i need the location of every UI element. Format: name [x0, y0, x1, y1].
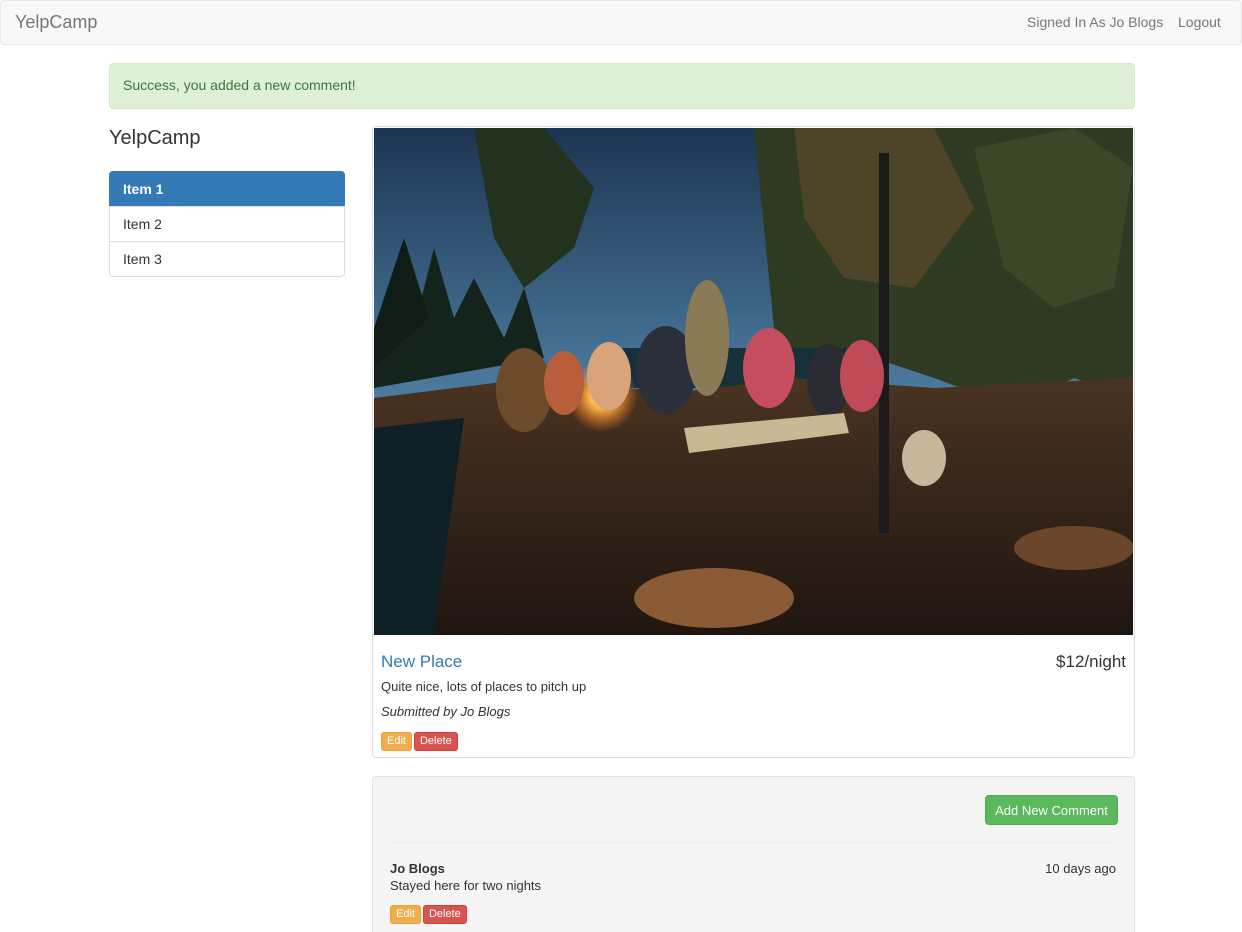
campground-submitted-by: Submitted by Jo Blogs: [381, 704, 511, 719]
comment-actions: Edit Delete: [390, 904, 467, 924]
sidebar-title: YelpCamp: [109, 127, 201, 149]
sidebar-item-1[interactable]: Item 1: [109, 171, 345, 207]
campground-price: $12/night: [1056, 652, 1126, 671]
campground-card: New Place $12/night Quite nice, lots of …: [372, 126, 1135, 758]
comments-panel: Add New Comment Jo Blogs 10 days ago Sta…: [372, 776, 1135, 932]
campground-photo: [374, 128, 1133, 635]
campground-actions: Edit Delete: [381, 731, 458, 751]
edit-comment-button[interactable]: Edit: [390, 905, 421, 924]
campground-name-link[interactable]: New Place: [381, 652, 462, 672]
sidebar-item-2[interactable]: Item 2: [109, 206, 345, 242]
add-new-comment-button[interactable]: Add New Comment: [985, 795, 1118, 825]
comment-author: Jo Blogs: [390, 861, 445, 876]
success-alert: Success, you added a new comment!: [109, 63, 1135, 109]
campground-description: Quite nice, lots of places to pitch up: [381, 679, 587, 694]
navbar: YelpCamp Signed In As Jo Blogs Logout: [0, 0, 1242, 45]
comments-divider: [390, 842, 1117, 843]
comment-timestamp: 10 days ago: [1045, 861, 1116, 876]
signed-in-user-link[interactable]: Signed In As Jo Blogs: [1027, 14, 1163, 30]
campfire-scene-image: [374, 128, 1133, 635]
sidebar-list: Item 1 Item 2 Item 3: [109, 171, 345, 277]
logout-link[interactable]: Logout: [1178, 14, 1221, 30]
delete-campground-button[interactable]: Delete: [413, 732, 458, 751]
comment-text: Stayed here for two nights: [390, 878, 542, 893]
delete-comment-button[interactable]: Delete: [422, 905, 467, 924]
edit-campground-button[interactable]: Edit: [381, 732, 412, 751]
sidebar-item-3[interactable]: Item 3: [109, 241, 345, 277]
brand-link[interactable]: YelpCamp: [15, 12, 97, 33]
